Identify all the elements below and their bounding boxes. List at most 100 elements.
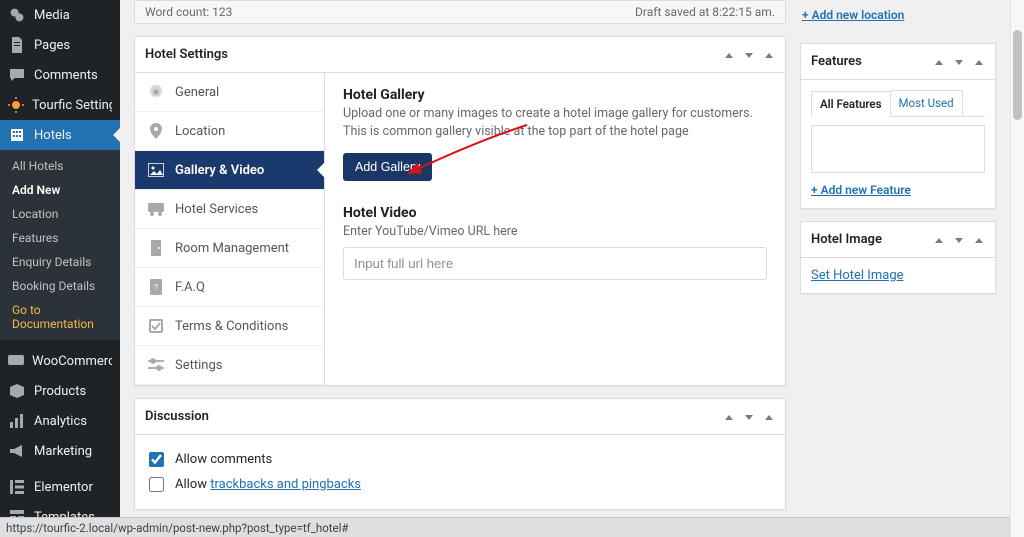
video-url-input[interactable] (343, 247, 767, 280)
hs-tab-label: Hotel Services (175, 202, 258, 217)
sidebar-item-hotels[interactable]: Hotels (0, 120, 120, 150)
box-icon (8, 382, 26, 400)
sidebar-item-elementor[interactable]: Elementor (0, 472, 120, 502)
hotel-settings-tabs: General Location Gallery & Video Hotel S… (135, 73, 325, 385)
sun-icon (8, 96, 24, 114)
faq-icon: ? (147, 278, 165, 296)
toggle-icon[interactable] (763, 407, 775, 426)
horn-icon (8, 442, 26, 460)
panel-title: Hotel Settings (145, 47, 228, 62)
panel-head[interactable]: Features (801, 44, 995, 80)
hs-tab-room-management[interactable]: Room Management (135, 229, 324, 268)
subitem-all-hotels[interactable]: All Hotels (0, 154, 120, 178)
features-panel: Features All Features Most Used + Add ne… (800, 43, 996, 209)
move-down-icon[interactable] (953, 230, 965, 249)
move-down-icon[interactable] (953, 52, 965, 71)
hs-tab-general[interactable]: General (135, 73, 324, 112)
door-icon (147, 239, 165, 257)
sidebar-submenu-hotels: All Hotels Add New Location Features Enq… (0, 150, 120, 340)
hs-tab-label: Terms & Conditions (175, 319, 288, 334)
current-arrow-icon (113, 128, 120, 142)
editor-col-left: Word count: 123 Draft saved at 8:22:15 a… (134, 0, 786, 513)
toggle-icon[interactable] (763, 45, 775, 64)
comment-icon (8, 66, 26, 84)
hotel-settings-content: Hotel Gallery Upload one or many images … (325, 73, 785, 385)
panel-head[interactable]: Discussion (135, 399, 785, 435)
subitem-enquiry-details[interactable]: Enquiry Details (0, 250, 120, 274)
check-icon (147, 317, 165, 335)
move-down-icon[interactable] (743, 45, 755, 64)
discussion-body: Allow comments Allow trackbacks and ping… (135, 435, 785, 509)
set-hotel-image-link[interactable]: Set Hotel Image (811, 268, 904, 283)
editor-col-right: + Add new location Features All Features… (800, 0, 996, 294)
sidebar-item-pages[interactable]: Pages (0, 30, 120, 60)
hs-tab-location[interactable]: Location (135, 112, 324, 151)
sidebar-item-label: Products (34, 384, 86, 399)
sidebar-item-analytics[interactable]: Analytics (0, 406, 120, 436)
move-up-icon[interactable] (933, 230, 945, 249)
hs-tab-label: F.A.Q (175, 280, 205, 295)
video-heading: Hotel Video (343, 205, 767, 221)
browser-status-url: https://tourfic-2.local/wp-admin/post-ne… (0, 517, 1010, 537)
video-description: Enter YouTube/Vimeo URL here (343, 223, 767, 241)
allow-comments-label: Allow comments (175, 452, 272, 467)
sidebar-item-products[interactable]: Products (0, 376, 120, 406)
panel-title: Features (811, 54, 862, 69)
hs-tab-settings[interactable]: Settings (135, 346, 324, 385)
features-tab-all[interactable]: All Features (811, 91, 891, 117)
panel-title: Discussion (145, 409, 209, 424)
trackbacks-link[interactable]: trackbacks and pingbacks (210, 477, 361, 492)
add-gallery-button[interactable]: Add Gallery (343, 153, 432, 181)
autosave-status: Draft saved at 8:22:15 am. (635, 5, 775, 19)
scrollbar-thumb[interactable] (1013, 30, 1022, 120)
page-icon (8, 36, 26, 54)
sidebar-item-label: Media (34, 8, 70, 23)
hotel-settings-panel: Hotel Settings General Location (134, 36, 786, 386)
sidebar-item-label: Tourfic Settings (32, 98, 112, 113)
panel-head[interactable]: Hotel Image (801, 222, 995, 258)
subitem-features[interactable]: Features (0, 226, 120, 250)
sidebar-item-label: Marketing (34, 444, 92, 459)
subitem-booking-details[interactable]: Booking Details (0, 274, 120, 298)
toggle-icon[interactable] (973, 230, 985, 249)
sidebar-item-media[interactable]: Media (0, 0, 120, 30)
subitem-location[interactable]: Location (0, 202, 120, 226)
hs-tab-terms[interactable]: Terms & Conditions (135, 307, 324, 346)
features-tab-most-used[interactable]: Most Used (891, 90, 963, 116)
add-new-feature-link[interactable]: + Add new Feature (811, 183, 911, 197)
hs-tab-label: Settings (175, 358, 222, 373)
allow-pingbacks-checkbox[interactable] (149, 477, 164, 492)
allow-comments-row[interactable]: Allow comments (145, 449, 775, 470)
gallery-description: Upload one or many images to create a ho… (343, 105, 767, 141)
panel-title: Hotel Image (811, 232, 882, 247)
hs-tab-gallery-video[interactable]: Gallery & Video (135, 151, 324, 190)
hs-tab-faq[interactable]: ? F.A.Q (135, 268, 324, 307)
sidebar-item-comments[interactable]: Comments (0, 60, 120, 90)
move-up-icon[interactable] (723, 45, 735, 64)
hs-tab-label: General (175, 85, 219, 100)
allow-comments-checkbox[interactable] (149, 452, 164, 467)
hs-tab-hotel-services[interactable]: Hotel Services (135, 190, 324, 229)
hotel-image-panel: Hotel Image Set Hotel Image (800, 221, 996, 294)
sidebar-item-woocommerce[interactable]: WooCommerce (0, 346, 120, 376)
hotel-image-body: Set Hotel Image (801, 258, 995, 293)
bus-icon (147, 200, 165, 218)
main-area: Word count: 123 Draft saved at 8:22:15 a… (120, 0, 1010, 513)
sidebar-item-marketing[interactable]: Marketing (0, 436, 120, 466)
panel-head[interactable]: Hotel Settings (135, 37, 785, 73)
sidebar-item-tourfic-settings[interactable]: Tourfic Settings (0, 90, 120, 120)
toggle-icon[interactable] (973, 52, 985, 71)
sliders-icon (147, 356, 165, 374)
move-up-icon[interactable] (723, 407, 735, 426)
move-down-icon[interactable] (743, 407, 755, 426)
add-new-location-link[interactable]: + Add new location (802, 8, 904, 22)
sidebar-item-label: Pages (34, 38, 70, 53)
panel-tools (723, 45, 775, 64)
allow-pingbacks-label: Allow trackbacks and pingbacks (175, 477, 361, 492)
features-checklist[interactable] (811, 125, 985, 173)
subitem-go-documentation[interactable]: Go to Documentation (0, 298, 120, 336)
window-scrollbar[interactable] (1010, 0, 1024, 537)
subitem-add-new[interactable]: Add New (0, 178, 120, 202)
move-up-icon[interactable] (933, 52, 945, 71)
allow-pingbacks-row[interactable]: Allow trackbacks and pingbacks (145, 474, 775, 495)
